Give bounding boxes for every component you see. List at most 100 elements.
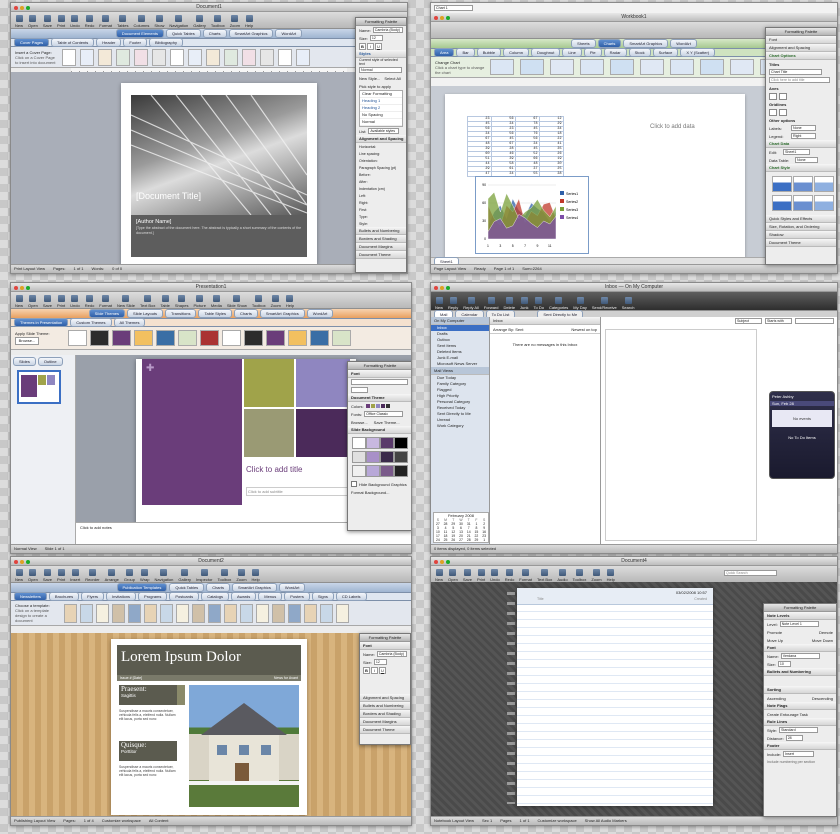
gallery-thumbnail[interactable] bbox=[266, 330, 285, 346]
ribbon-tab[interactable]: Surface bbox=[652, 48, 679, 57]
size-field[interactable] bbox=[351, 387, 368, 393]
toolbar-button[interactable]: To Do bbox=[534, 297, 544, 310]
author-name[interactable]: [Author Name] bbox=[131, 215, 307, 226]
background-swatch[interactable] bbox=[394, 465, 408, 477]
ribbon-tab[interactable]: Newsletters bbox=[14, 592, 47, 601]
slide-title[interactable]: Click to add title bbox=[246, 465, 302, 474]
gallery-thumbnail[interactable] bbox=[134, 48, 148, 66]
create-task-button[interactable]: Create Entourage Task bbox=[764, 710, 836, 718]
gallery-thumbnail[interactable] bbox=[128, 603, 141, 623]
ribbon-tab[interactable]: Header bbox=[96, 38, 122, 47]
background-swatch[interactable] bbox=[352, 437, 366, 449]
gallery-thumbnail[interactable] bbox=[80, 603, 93, 623]
font-section[interactable]: Font bbox=[360, 642, 410, 650]
ribbon-tab[interactable]: Bar bbox=[456, 48, 475, 57]
subject-select[interactable]: Subject bbox=[735, 318, 762, 324]
toolbar-button[interactable]: Text Box bbox=[140, 295, 155, 308]
ascending-button[interactable]: Ascending bbox=[767, 696, 786, 701]
list-select[interactable]: Available styles bbox=[368, 128, 400, 134]
background-swatch[interactable] bbox=[394, 451, 408, 463]
news-label[interactable]: News for Avant bbox=[274, 675, 301, 681]
calendar-day[interactable]: 29 bbox=[473, 538, 481, 542]
close-button[interactable] bbox=[434, 560, 438, 564]
style-item[interactable]: No Spacing bbox=[360, 112, 402, 119]
close-button[interactable] bbox=[14, 286, 18, 290]
size-section[interactable]: Size, Rotation, and Ordering bbox=[766, 223, 836, 231]
font-name-field[interactable]: Cambria (Body) bbox=[372, 27, 403, 33]
gallery-thumbnail[interactable] bbox=[296, 48, 310, 66]
headline[interactable]: Lorem Ipsum Dolor bbox=[121, 649, 241, 666]
gallery-thumbnail[interactable] bbox=[304, 603, 317, 623]
gallery-thumbnail[interactable] bbox=[96, 603, 109, 623]
zoom-button[interactable] bbox=[26, 286, 30, 290]
format-background-button[interactable]: Format Background... bbox=[348, 488, 411, 496]
underline-button[interactable]: U bbox=[379, 666, 386, 674]
name-box[interactable]: Chart 1 bbox=[434, 5, 473, 11]
slides-tab[interactable]: Slides bbox=[13, 357, 36, 366]
axis-horizontal-button[interactable] bbox=[769, 92, 777, 100]
ribbon-tab[interactable]: Signs bbox=[311, 592, 334, 601]
gridlines-major-button[interactable] bbox=[769, 108, 777, 116]
toolbar-button[interactable]: Forward bbox=[484, 297, 498, 310]
abstract-text[interactable]: [Type the abstract of the document here.… bbox=[131, 226, 307, 235]
ribbon-tab[interactable]: SmartArt Graphics bbox=[228, 29, 274, 38]
sort-order[interactable]: Newest on top bbox=[571, 327, 597, 332]
font-size-field[interactable]: 10 bbox=[777, 661, 791, 667]
ribbon-tab[interactable]: Invitations bbox=[106, 592, 137, 601]
font-name-field[interactable]: Cambria (Body) bbox=[376, 651, 407, 657]
ribbon-tab[interactable]: Area bbox=[434, 48, 455, 57]
toolbar-button[interactable]: Reply bbox=[448, 297, 458, 310]
ribbon-tab[interactable]: Custom Themes bbox=[70, 318, 112, 327]
gallery-thumbnail[interactable] bbox=[260, 48, 274, 66]
style-item[interactable]: Heading 2 bbox=[360, 105, 402, 112]
house-photo[interactable] bbox=[189, 685, 299, 807]
move-up-button[interactable]: Move Up bbox=[767, 638, 783, 643]
ribbon-tab[interactable]: SmartArt Graphics bbox=[231, 583, 277, 592]
zoom-button[interactable] bbox=[26, 560, 30, 564]
ribbon-tab[interactable]: Brochures bbox=[48, 592, 80, 601]
toolbar-button[interactable]: Gallery bbox=[193, 15, 206, 28]
toolbar-button[interactable]: Shapes bbox=[175, 295, 188, 308]
toolbar-button[interactable]: Delete bbox=[503, 297, 515, 310]
note-flags-section[interactable]: Note Flags bbox=[764, 702, 836, 710]
toolbar-button[interactable]: Toolbox bbox=[252, 295, 266, 308]
toolbar-button[interactable]: Search bbox=[622, 297, 634, 310]
gallery-thumbnail[interactable] bbox=[144, 603, 157, 623]
ribbon-tab[interactable]: Sheets bbox=[571, 39, 596, 48]
borders-section[interactable]: Borders and Shading bbox=[360, 710, 410, 718]
gallery-thumbnail[interactable] bbox=[192, 603, 205, 623]
ribbon-tab[interactable]: Programs bbox=[138, 592, 168, 601]
toolbar-button[interactable]: Print bbox=[57, 569, 65, 582]
palette-section[interactable]: Borders and Shading bbox=[356, 235, 406, 243]
gallery-thumbnail[interactable] bbox=[224, 48, 238, 66]
background-swatch[interactable] bbox=[380, 451, 394, 463]
toolbar-button[interactable]: New bbox=[15, 295, 23, 308]
toolbar-button[interactable]: Audio bbox=[557, 569, 568, 582]
gallery-thumbnail[interactable] bbox=[98, 48, 112, 66]
level-select[interactable]: Note Level 1 bbox=[779, 621, 819, 627]
toolbar-button[interactable]: Gallery bbox=[178, 569, 191, 582]
mail-search-input[interactable] bbox=[795, 318, 834, 324]
promote-button[interactable]: Promote bbox=[767, 630, 782, 635]
chart-style-swatch[interactable] bbox=[793, 176, 813, 192]
toolbar-button[interactable]: Reorder bbox=[85, 569, 100, 582]
body-text-2[interactable]: Suspendisse a mauris consectetuer, vehic… bbox=[119, 765, 177, 777]
ribbon-tab[interactable]: Posters bbox=[284, 592, 310, 601]
chart-options-section[interactable]: Chart Options bbox=[766, 52, 836, 60]
chart-style-swatch[interactable] bbox=[814, 176, 834, 192]
ribbon-tab[interactable]: WordArt bbox=[670, 39, 697, 48]
shadow-section[interactable]: Shadow bbox=[766, 231, 836, 239]
ribbon-tab[interactable]: Doughnut bbox=[530, 48, 561, 57]
background-swatch[interactable] bbox=[352, 451, 366, 463]
alignment-section[interactable]: Alignment and Spacing bbox=[360, 694, 410, 702]
slide-subtitle[interactable]: Click to add subtitle bbox=[246, 487, 348, 496]
ribbon-tab[interactable]: WordArt bbox=[275, 29, 303, 38]
toolbar-button[interactable]: Undo bbox=[490, 569, 500, 582]
ribbon-tab[interactable]: Line bbox=[562, 48, 582, 57]
toolbar-button[interactable]: Text Box bbox=[537, 569, 552, 582]
theme-browse-button[interactable]: Browse... bbox=[351, 420, 368, 425]
toolbar-button[interactable]: Arrange bbox=[105, 569, 119, 582]
toolbar-button[interactable]: Redo bbox=[505, 569, 514, 582]
font-section[interactable]: Font bbox=[766, 36, 836, 44]
toolbar-button[interactable]: Tables bbox=[117, 15, 129, 28]
